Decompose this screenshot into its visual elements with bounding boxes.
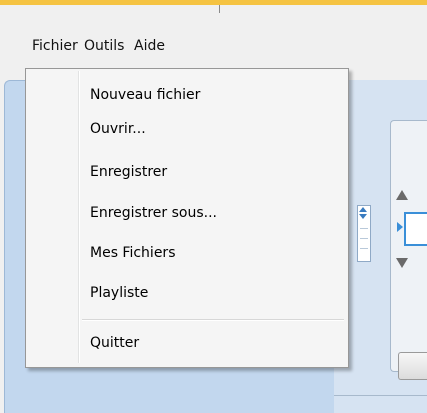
menu-item-label: Enregistrer	[90, 164, 168, 180]
menu-aide[interactable]: Aide	[134, 38, 165, 54]
panel-button[interactable]	[398, 352, 427, 380]
menu-bar: Fichier Outils Aide	[0, 30, 427, 66]
top-bar-tick	[219, 5, 220, 13]
menu-fichier[interactable]: Fichier	[32, 38, 78, 54]
slider-down-arrow-icon[interactable]	[396, 258, 408, 268]
menu-outils[interactable]: Outils	[84, 38, 124, 54]
stepper-up-arrow-icon[interactable]	[359, 207, 367, 212]
stepper-down-arrow-icon[interactable]	[359, 214, 367, 219]
slider-value-box[interactable]	[404, 212, 427, 246]
stepper-tick	[360, 228, 368, 229]
slider-up-arrow-icon[interactable]	[396, 190, 408, 200]
stepper-tick	[360, 248, 368, 249]
menu-item-ouvrir[interactable]: Ouvrir...	[28, 115, 344, 145]
menu-item-label: Ouvrir...	[90, 121, 146, 137]
menu-item-mes-fichiers[interactable]: Mes Fichiers	[28, 239, 344, 269]
menu-item-label: Playliste	[90, 285, 149, 301]
window-top-accent-bar	[0, 0, 427, 5]
menu-item-label: Mes Fichiers	[90, 245, 176, 261]
menu-item-quitter[interactable]: Quitter	[28, 329, 344, 359]
menu-item-label: Quitter	[90, 335, 140, 351]
slider-pointer-icon	[397, 222, 403, 232]
file-menu-dropdown: Nouveau fichier Ouvrir... Enregistrer En…	[25, 68, 349, 368]
control-box	[390, 120, 427, 372]
menu-item-label: Enregistrer sous...	[90, 205, 217, 221]
bottom-toolbar-strip	[334, 395, 427, 413]
menu-item-label: Nouveau fichier	[90, 87, 201, 103]
menu-item-playliste[interactable]: Playliste	[28, 279, 344, 309]
menu-separator	[82, 319, 344, 321]
stepper-tick	[360, 238, 368, 239]
menu-item-nouveau-fichier[interactable]: Nouveau fichier	[28, 81, 344, 111]
menu-item-enregistrer-sous[interactable]: Enregistrer sous...	[28, 199, 344, 229]
menu-item-enregistrer[interactable]: Enregistrer	[28, 158, 344, 188]
